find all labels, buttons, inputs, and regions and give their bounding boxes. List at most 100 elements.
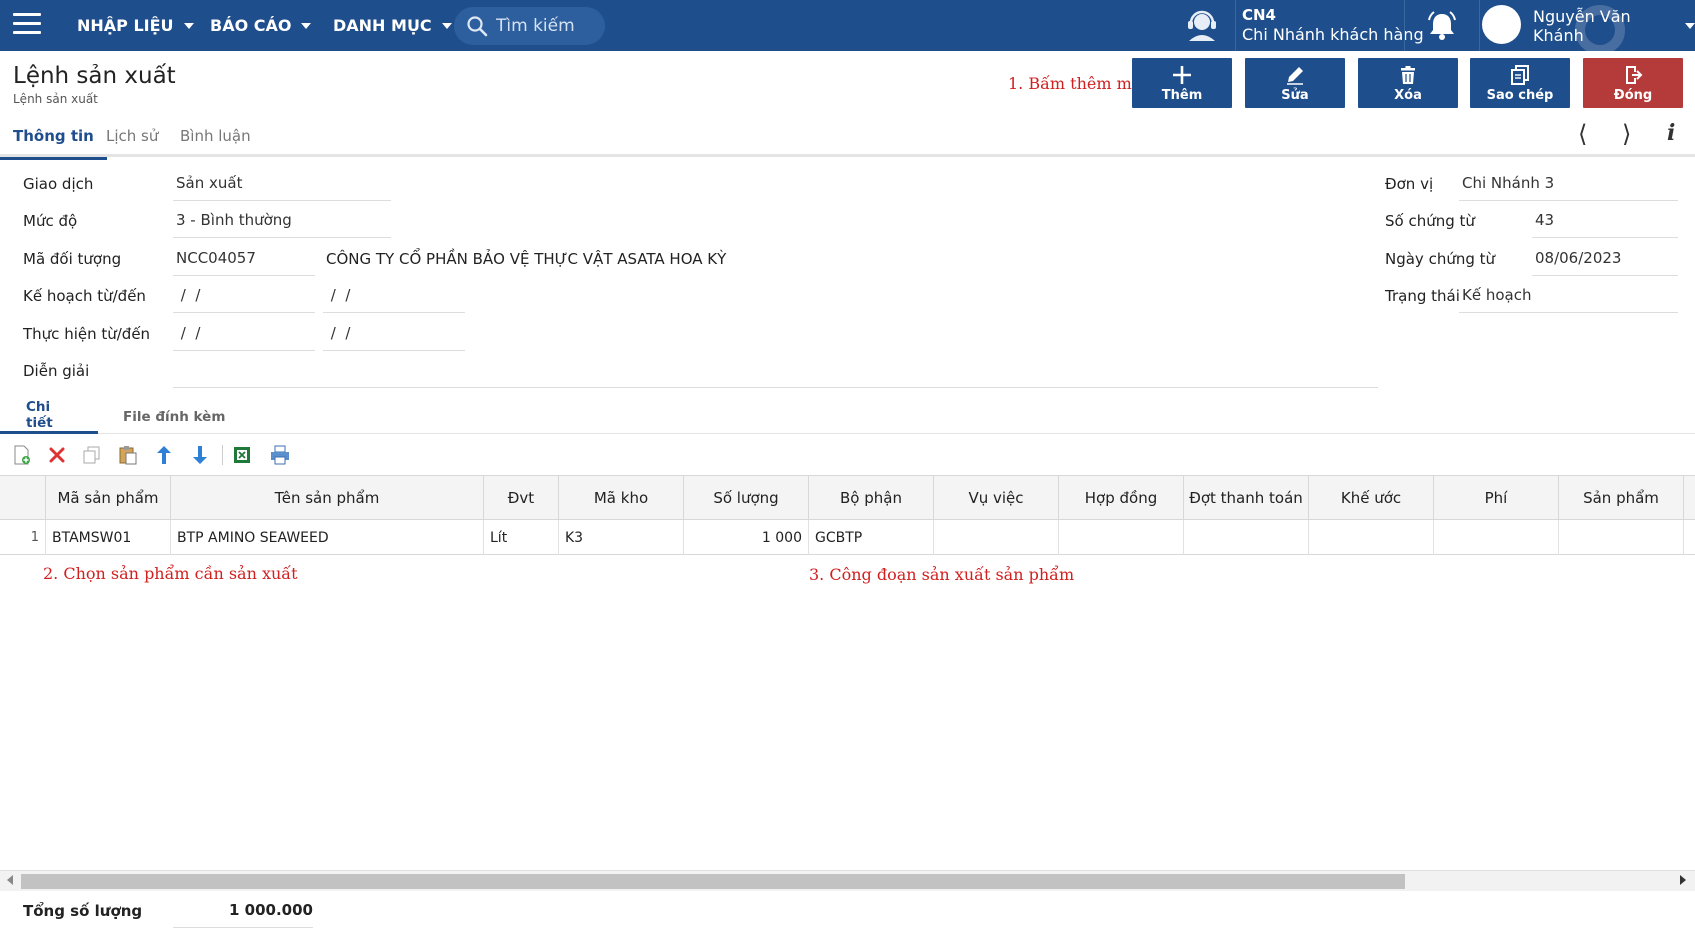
menu-bao-cao[interactable]: BÁO CÁO [210,0,312,51]
tab-chi-tiet[interactable]: Chi tiết [0,399,98,434]
notification-button[interactable] [1404,0,1480,51]
bell-icon [1428,10,1456,40]
menu-icon[interactable] [13,13,41,35]
move-down-icon[interactable] [188,443,212,467]
total-quantity-label: Tổng số lượng [23,902,143,920]
scroll-right-icon[interactable] [1680,875,1686,885]
copy-button[interactable]: Sao chép [1470,58,1570,108]
delete-button-label: Xóa [1394,87,1422,103]
trash-icon [1401,65,1415,84]
field-so-chung-tu[interactable]: 43 [1532,202,1678,238]
tab-binh-luan[interactable]: Bình luận [180,114,251,157]
detail-grid: Mã sản phẩm Tên sản phẩm Đvt Mã kho Số l… [0,475,1695,871]
tab-thong-tin[interactable]: Thông tin [0,114,107,160]
move-up-icon[interactable] [152,443,176,467]
label-dien-giai: Diễn giải [23,362,90,380]
field-ngay-chung-tu[interactable]: 08/06/2023 [1532,240,1678,276]
field-giao-dich[interactable]: Sản xuất [173,165,391,201]
cell-vu-viec[interactable] [934,520,1059,555]
column-header[interactable]: Vụ việc [934,476,1059,520]
cell-san-pham[interactable] [1559,520,1684,555]
support-agent-icon [1187,10,1216,41]
exit-icon [1626,65,1643,84]
cell-dot-thanh-toan[interactable] [1184,520,1309,555]
field-thuc-hien-den[interactable]: / / [323,315,465,351]
column-header[interactable]: Tên sản phẩm [171,476,484,520]
search-box [454,7,605,45]
copy-row-icon[interactable] [80,443,104,467]
menu-nhap-lieu[interactable]: NHẬP LIỆU [77,0,194,51]
branch-code: CN4 [1242,6,1276,24]
column-header[interactable]: Đợt thanh toán [1184,476,1309,520]
info-icon[interactable]: i [1667,120,1675,146]
label-don-vi: Đơn vị [1385,175,1434,193]
menu-label: BÁO CÁO [210,16,292,35]
cell-ma-san-pham[interactable]: BTAMSW01 [46,520,171,555]
add-button[interactable]: Thêm [1132,58,1232,108]
close-button[interactable]: Đóng [1583,58,1683,108]
gear-icon [1575,5,1625,51]
label-ke-hoach: Kế hoạch từ/đến [23,287,146,305]
support-button[interactable] [1168,0,1236,51]
cell-khe-uoc[interactable] [1309,520,1434,555]
print-icon[interactable] [268,443,292,467]
label-ma-doi-tuong: Mã đối tượng [23,250,122,268]
excel-icon[interactable] [230,443,254,467]
cell-phi[interactable] [1434,520,1559,555]
plus-icon [1173,65,1191,84]
menu-label: DANH MỤC [333,16,432,35]
avatar[interactable] [1482,5,1521,44]
tab-file-dinh-kem[interactable]: File đính kèm [123,399,225,434]
field-ke-hoach-tu[interactable]: / / [173,277,315,313]
column-header[interactable]: Mã sản phẩm [46,476,171,520]
delete-row-icon[interactable] [45,443,69,467]
next-record-icon[interactable]: ⟩ [1622,120,1631,148]
page-title: Lệnh sản xuất [13,63,176,89]
main-tabs: Thông tin Lịch sử Bình luận [0,114,1695,160]
column-header[interactable]: Bộ phận [809,476,934,520]
total-quantity-value: 1 000.000 [173,892,313,928]
branch-selector[interactable]: CN4 Chi Nhánh khách hàng [1242,5,1424,45]
note-choose-product: 2. Chọn sản phẩm cần sản xuất [43,564,298,583]
cell-ma-kho[interactable]: K3 [559,520,684,555]
field-dien-giai[interactable] [173,352,1378,388]
field-ma-doi-tuong[interactable]: NCC04057 [173,240,315,276]
table-row[interactable]: 1 BTAMSW01 BTP AMINO SEAWEED Lít K3 1 00… [0,520,1695,555]
search-input[interactable] [496,16,601,36]
column-header[interactable]: Khế ước [1309,476,1434,520]
column-header[interactable]: Mã kho [559,476,684,520]
cell-ten-san-pham[interactable]: BTP AMINO SEAWEED [171,520,484,555]
note-add: 1. Bấm thêm mới [1008,74,1147,93]
field-thuc-hien-tu[interactable]: / / [173,315,315,351]
paste-row-icon[interactable] [116,443,140,467]
chevron-down-icon [183,22,194,29]
menu-danh-muc[interactable]: DANH MỤC [333,0,452,51]
branch-name: Chi Nhánh khách hàng [1242,25,1424,44]
prev-record-icon[interactable]: ⟨ [1578,120,1587,148]
column-header[interactable]: Số lượng [684,476,809,520]
scrollbar-thumb[interactable] [21,874,1405,889]
field-muc-do[interactable]: 3 - Bình thường [173,202,391,238]
cell-hop-dong[interactable] [1059,520,1184,555]
toolbar-divider [222,445,223,465]
field-trang-thai[interactable]: Kế hoạch [1459,277,1678,313]
cell-dvt[interactable]: Lít [484,520,559,555]
delete-button[interactable]: Xóa [1358,58,1458,108]
label-thuc-hien: Thực hiện từ/đến [23,325,151,343]
tab-lich-su[interactable]: Lịch sử [106,114,158,157]
column-header[interactable]: Phí [1434,476,1559,520]
new-row-icon[interactable] [10,443,34,467]
note-stage: 3. Công đoạn sản xuất sản phẩm [809,565,1075,584]
column-header[interactable]: Đvt [484,476,559,520]
field-ke-hoach-den[interactable]: / / [323,277,465,313]
label-trang-thai: Trạng thái [1385,287,1460,305]
column-header[interactable]: Hợp đồng [1059,476,1184,520]
cell-bo-phan[interactable]: GCBTP [809,520,934,555]
horizontal-scrollbar[interactable] [0,870,1695,891]
column-header[interactable]: Sản phẩm [1559,476,1684,520]
cell-so-luong[interactable]: 1 000 [684,520,809,555]
search-icon [467,16,488,37]
edit-button[interactable]: Sửa [1245,58,1345,108]
field-don-vi[interactable]: Chi Nhánh 3 [1459,165,1678,201]
scroll-left-icon[interactable] [7,875,13,885]
